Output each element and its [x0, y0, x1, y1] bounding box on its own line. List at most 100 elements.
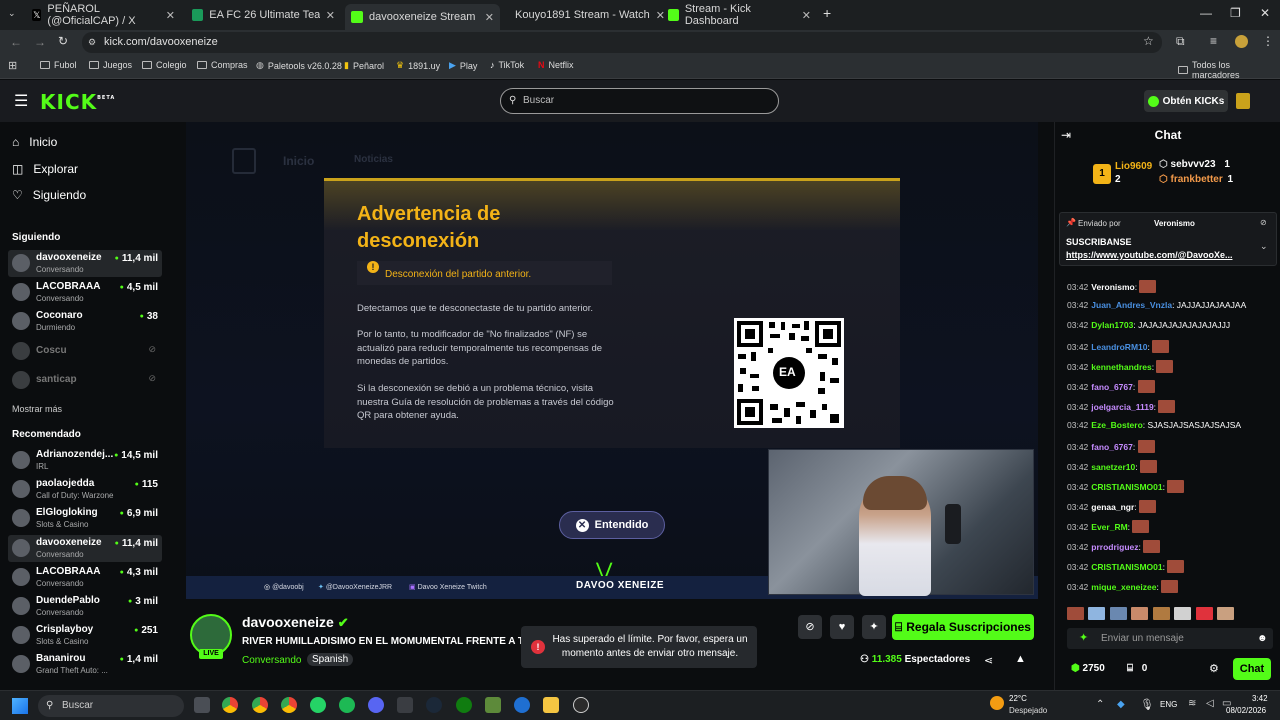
chrome-profile-icon[interactable]: [252, 697, 268, 713]
recommended-channel[interactable]: davooxeneize Conversando 11,4 mil: [8, 535, 162, 562]
chat-settings-icon[interactable]: ⚙: [1209, 662, 1219, 675]
clip-button[interactable]: ✦: [862, 615, 886, 639]
chrome-profile-icon[interactable]: [281, 697, 297, 713]
profile-avatar[interactable]: [1235, 35, 1248, 48]
close-icon[interactable]: ✕: [166, 9, 175, 22]
close-icon[interactable]: ✕: [485, 11, 494, 24]
send-chat-button[interactable]: Chat: [1233, 658, 1271, 680]
message-username[interactable]: fano_6767: [1091, 442, 1133, 452]
chat-message[interactable]: 03:42 Veronismo:: [1067, 280, 1157, 293]
emote-icon[interactable]: [1174, 607, 1192, 620]
emote-icon[interactable]: [1195, 607, 1213, 620]
tab-search-icon[interactable]: ⌄: [8, 8, 16, 19]
leaderboard-third[interactable]: ⬡ frankbetter 1: [1159, 174, 1233, 185]
pinned-message[interactable]: 📌 Enviado por Veronismo ⊘ SUSCRIBANSE ht…: [1059, 212, 1277, 266]
xbox-icon[interactable]: [456, 697, 472, 713]
tab-kouyo[interactable]: Kouyo1891 Stream - Watch ✕: [503, 4, 665, 26]
chevron-down-icon[interactable]: ⌄: [1260, 241, 1268, 252]
emote-icon[interactable]: [1217, 607, 1235, 620]
message-username[interactable]: kennethandres: [1091, 362, 1151, 372]
new-tab-button[interactable]: +: [823, 5, 831, 21]
clock-date[interactable]: 08/02/2026: [1226, 706, 1266, 715]
mute-notifications-button[interactable]: ⊘: [798, 615, 822, 639]
weather-icon[interactable]: [990, 696, 1004, 710]
chat-message[interactable]: 03:42 genaa_ngr:: [1067, 500, 1157, 513]
nav-inicio[interactable]: ⌂ Inicio: [12, 135, 57, 149]
chat-message[interactable]: 03:42 mique_xeneizee:: [1067, 580, 1179, 593]
language-indicator[interactable]: ENG: [1160, 700, 1177, 709]
unpin-icon[interactable]: ⊘: [1260, 218, 1267, 227]
chat-message[interactable]: 03:42 joelgarcia_1119:: [1067, 400, 1176, 413]
message-username[interactable]: CRISTIANISMO01: [1091, 562, 1162, 572]
discord-icon[interactable]: [368, 697, 384, 713]
following-channel-santicap[interactable]: santicap ⊘: [8, 367, 162, 394]
recommended-channel[interactable]: DuendePablo Conversando 3 mil: [8, 593, 162, 620]
bookmark-penarol[interactable]: ▮ Peñarol: [344, 60, 384, 71]
clock-time[interactable]: 3:42: [1252, 694, 1268, 703]
message-username[interactable]: prrodriguez: [1091, 542, 1138, 552]
tab-ea-fc[interactable]: EA FC 26 Ultimate Team Prices... ✕: [186, 4, 341, 26]
kick-logo[interactable]: KICKBETA: [40, 90, 115, 114]
recommended-channel[interactable]: LACOBRAAA Conversando 4,3 mil: [8, 564, 162, 591]
extensions-icon[interactable]: ⧉: [1176, 34, 1185, 49]
tab-penarol-x[interactable]: 𝕏 PEÑAROL (@OficialCAP) / X ✕: [26, 3, 181, 27]
chat-message[interactable]: 03:42 Ever_RM:: [1067, 520, 1150, 533]
task-view-icon[interactable]: [194, 697, 210, 713]
chat-message[interactable]: 03:42 CRISTIANISMO01:: [1067, 560, 1185, 573]
reload-icon[interactable]: ↻: [58, 34, 68, 48]
wifi-icon[interactable]: ≋: [1188, 698, 1196, 709]
message-username[interactable]: CRISTIANISMO01: [1091, 482, 1162, 492]
message-username[interactable]: Dylan1703: [1091, 320, 1133, 330]
pinned-link[interactable]: https://www.youtube.com/@DavooXe...: [1066, 250, 1232, 260]
recommended-channel[interactable]: Crisplayboy Slots & Casino 251: [8, 622, 162, 649]
edge-icon[interactable]: [514, 697, 530, 713]
spotify-icon[interactable]: [339, 697, 355, 713]
share-icon[interactable]: ⋖: [984, 654, 993, 667]
recommended-channel[interactable]: Adrianozendej... IRL 14,5 mil: [8, 447, 162, 474]
bookmark-1891[interactable]: ♛ 1891.uy: [396, 60, 440, 71]
close-icon[interactable]: ✕: [326, 9, 335, 22]
message-username[interactable]: Eze_Bostero: [1091, 420, 1143, 430]
emote-icon[interactable]: [1131, 607, 1149, 620]
tray-app-icon[interactable]: ◆: [1117, 699, 1125, 710]
chat-message[interactable]: 03:42 sanetzer10:: [1067, 460, 1157, 473]
close-window-button[interactable]: ✕: [1260, 6, 1270, 20]
close-icon[interactable]: ✕: [802, 9, 811, 22]
emote-icon[interactable]: [1088, 607, 1106, 620]
chat-message[interactable]: 03:42 LeandroRM10:: [1067, 340, 1170, 353]
stream-category[interactable]: Conversando: [242, 655, 301, 666]
following-channel-lacobraaa[interactable]: LACOBRAAA Conversando 4,5 mil: [8, 279, 162, 306]
media-icon[interactable]: ≡: [1210, 34, 1217, 48]
message-username[interactable]: mique_xeneizee: [1091, 582, 1156, 592]
user-avatar[interactable]: [1236, 93, 1250, 109]
minecraft-icon[interactable]: [485, 697, 501, 713]
message-username[interactable]: joelgarcia_1119: [1091, 402, 1153, 412]
following-channel-davooxeneize[interactable]: davooxeneize Conversando 11,4 mil: [8, 250, 162, 277]
follow-button[interactable]: ♥: [830, 615, 854, 639]
leaderboard-second[interactable]: ⬡ sebvvv23 1: [1159, 159, 1230, 170]
message-username[interactable]: genaa_ngr: [1091, 502, 1134, 512]
windows-start-icon[interactable]: [12, 698, 28, 714]
chat-message[interactable]: 03:42 fano_6767:: [1067, 380, 1155, 393]
forward-icon[interactable]: →: [34, 35, 46, 49]
message-username[interactable]: fano_6767: [1091, 382, 1133, 392]
chat-message[interactable]: 03:42 Juan_Andres_Vnzla: JAJJAJJAJAAJAA: [1067, 300, 1246, 310]
following-channel-coconaro[interactable]: Coconaro Durmiendo 38: [8, 308, 162, 335]
chat-message[interactable]: 03:42 kennethandres:: [1067, 360, 1174, 373]
emote-icon[interactable]: [1109, 607, 1127, 620]
message-username[interactable]: Juan_Andres_Vnzla: [1091, 300, 1172, 310]
minimize-button[interactable]: —: [1200, 6, 1212, 20]
bookmark-play[interactable]: ▶ Play: [449, 60, 477, 71]
bookmark-star-icon[interactable]: ☆: [1143, 34, 1154, 48]
emote-icon[interactable]: [1067, 607, 1084, 620]
channel-points[interactable]: ⬢ 2750: [1071, 663, 1105, 674]
recommended-channel[interactable]: paolaojedda Call of Duty: Warzone 115: [8, 476, 162, 503]
chat-message[interactable]: 03:42 Dylan1703: JAJAJAJAJAJAJAJAJJJ: [1067, 320, 1230, 330]
chat-message-input[interactable]: ✦ Enviar un mensaje ☻: [1067, 628, 1273, 649]
chat-message[interactable]: 03:42 CRISTIANISMO01:: [1067, 480, 1185, 493]
back-icon[interactable]: ←: [10, 35, 22, 49]
bookmark-netflix[interactable]: N Netflix: [538, 60, 574, 70]
entendido-button[interactable]: ✕ Entendido: [559, 511, 665, 539]
gift-subscriptions-button[interactable]: ⌸ Regala Suscripciones: [892, 614, 1034, 640]
streamer-name[interactable]: davooxeneize ✔: [242, 614, 349, 631]
